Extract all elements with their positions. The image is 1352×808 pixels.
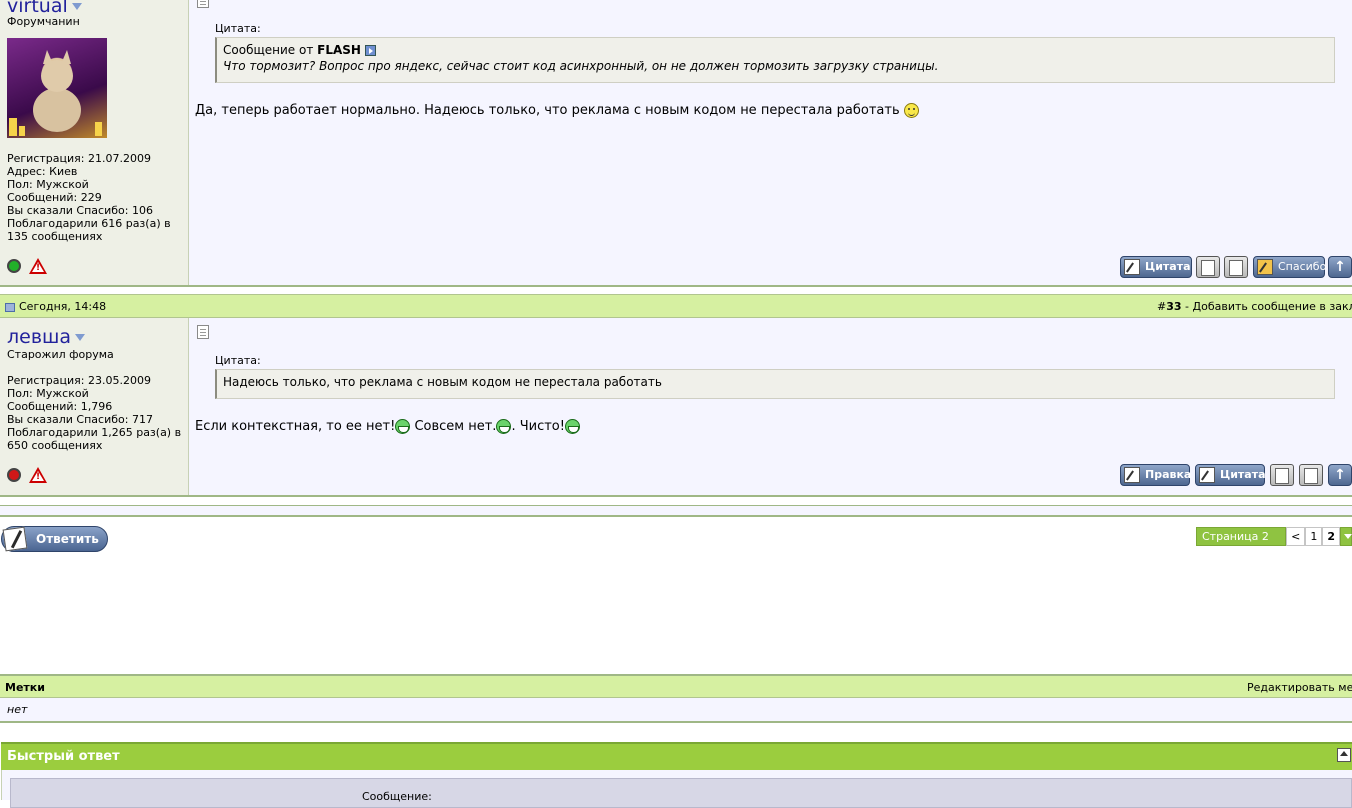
avatar-cat-icon [7, 38, 107, 138]
user-info-line: Регистрация: 21.07.2009 [7, 152, 185, 165]
page-prev-link[interactable]: < [1286, 527, 1305, 546]
post-2-content: Цитата: Надеюсь только, что реклама с но… [189, 318, 1352, 495]
post-1-content: Цитата: Сообщение от FLASH Что тормозит?… [189, 0, 1352, 285]
post-2-user-panel: левша Старожил форума Регистрация: 23.05… [0, 318, 189, 495]
quote-text: Что тормозит? Вопрос про яндекс, сейчас … [223, 59, 938, 73]
quote-text: Надеюсь только, что реклама с новым кодо… [223, 375, 662, 389]
quick-reply-button[interactable] [1299, 464, 1323, 486]
page-indicator: Страница 2 из 2 [1196, 527, 1286, 546]
quick-reply-body: Сообщение: [1, 770, 1352, 800]
reply-button[interactable]: Ответить [1, 526, 108, 552]
old-post-icon [5, 303, 15, 312]
user-info: Регистрация: 23.05.2009 Пол: Мужской Соо… [7, 374, 185, 452]
post-number-link[interactable]: #33 [1157, 300, 1182, 313]
user-info-line: Поблагодарили 1,265 раз(а) в 650 сообщен… [7, 426, 185, 452]
tags-title: Метки [5, 681, 45, 694]
user-title: Старожил форума [7, 348, 114, 361]
message-text: Да, теперь работает нормально. Надеюсь т… [195, 103, 900, 118]
smile-icon [904, 103, 919, 118]
thanks-button[interactable]: Спасибо [1253, 256, 1325, 278]
user-info-line: Пол: Мужской [7, 387, 185, 400]
user-info-line: Поблагодарили 616 раз(а) в 135 сообщения… [7, 217, 185, 243]
message-text: Совсем нет. [410, 419, 496, 434]
message-text: . Чисто! [511, 419, 565, 434]
quick-reply-title: Быстрый ответ [7, 749, 120, 764]
quote-pen-icon [1124, 259, 1140, 275]
grin-icon [496, 419, 511, 434]
multi-quote-button[interactable] [1196, 256, 1220, 278]
post-1: virtual Форумчанин Регистрация: 21.07.20… [0, 0, 1352, 287]
bookmark-link[interactable]: Добавить сообщение в закладки [1193, 300, 1352, 313]
grin-icon [395, 419, 410, 434]
user-info-line: Адрес: Киев [7, 165, 185, 178]
post-1-user-panel: virtual Форумчанин Регистрация: 21.07.20… [0, 0, 189, 285]
user-menu-caret-icon[interactable] [75, 334, 85, 341]
user-title: Форумчанин [7, 15, 80, 28]
post-icon [197, 0, 209, 8]
post-2-header: Сегодня, 14:48 #33 - Добавить сообщение … [0, 294, 1352, 318]
online-status-icon [7, 259, 21, 273]
quote-label: Цитата: [215, 22, 261, 35]
message-text: Если контекстная, то ее нет! [195, 419, 395, 434]
reply-pen-icon [3, 527, 28, 552]
post-icon [197, 325, 209, 339]
user-info-line: Сообщений: 1,796 [7, 400, 185, 413]
quote-button[interactable]: Цитата [1120, 256, 1192, 278]
user-info-line: Вы сказали Спасибо: 106 [7, 204, 185, 217]
quick-reply-header: Быстрый ответ [1, 742, 1352, 770]
quote-author: FLASH [317, 43, 361, 57]
edit-pencil-icon [1124, 467, 1140, 483]
user-info-line: Пол: Мужской [7, 178, 185, 191]
page-link-1[interactable]: 1 [1305, 527, 1322, 546]
avatar [7, 38, 107, 138]
report-warning-icon[interactable]: ! [29, 258, 47, 274]
pagination: Страница 2 из 2 < 1 2 [1196, 527, 1352, 546]
quote-prefix: Сообщение от [223, 43, 313, 57]
message-body: Да, теперь работает нормально. Надеюсь т… [195, 103, 919, 119]
quote-box: Сообщение от FLASH Что тормозит? Вопрос … [215, 37, 1335, 83]
report-warning-icon[interactable]: ! [29, 467, 47, 483]
grin-icon [565, 419, 580, 434]
scroll-top-button[interactable]: ↑ [1328, 256, 1352, 278]
view-post-arrow-icon[interactable] [365, 45, 376, 56]
username-link[interactable]: левша [7, 326, 85, 348]
edit-tags-link[interactable]: Редактировать метки [1247, 681, 1352, 694]
post-number-area: #33 - Добавить сообщение в закладки [1157, 300, 1352, 313]
message-label: Сообщение: [362, 790, 432, 803]
offline-status-icon [7, 468, 21, 482]
quote-label: Цитата: [215, 354, 261, 367]
quick-reply-button[interactable] [1224, 256, 1248, 278]
quote-button[interactable]: Цитата [1195, 464, 1265, 486]
post-date: Сегодня, 14:48 [5, 300, 106, 313]
page-menu-dropdown-icon[interactable] [1340, 527, 1352, 546]
tags-header: Метки Редактировать метки [0, 674, 1352, 698]
user-menu-caret-icon[interactable] [72, 3, 82, 10]
tags-body: нет [0, 698, 1352, 723]
tags-value: нет [7, 703, 27, 716]
multi-quote-button[interactable] [1270, 464, 1294, 486]
collapse-icon[interactable] [1337, 748, 1351, 762]
message-body: Если контекстная, то ее нет! Совсем нет.… [195, 419, 580, 435]
quote-pen-icon [1199, 467, 1215, 483]
posts-footer-divider [0, 505, 1352, 517]
post-2: левша Старожил форума Регистрация: 23.05… [0, 318, 1352, 497]
edit-button[interactable]: Правка [1120, 464, 1190, 486]
page-current-2: 2 [1322, 527, 1340, 546]
user-info-line: Регистрация: 23.05.2009 [7, 374, 185, 387]
user-info-line: Вы сказали Спасибо: 717 [7, 413, 185, 426]
user-info: Регистрация: 21.07.2009 Адрес: Киев Пол:… [7, 152, 185, 243]
thumbs-up-icon [1257, 259, 1273, 275]
scroll-top-button[interactable]: ↑ [1328, 464, 1352, 486]
user-info-line: Сообщений: 229 [7, 191, 185, 204]
quote-box: Надеюсь только, что реклама с новым кодо… [215, 369, 1335, 399]
quick-reply-panel: Сообщение: [10, 778, 1352, 808]
